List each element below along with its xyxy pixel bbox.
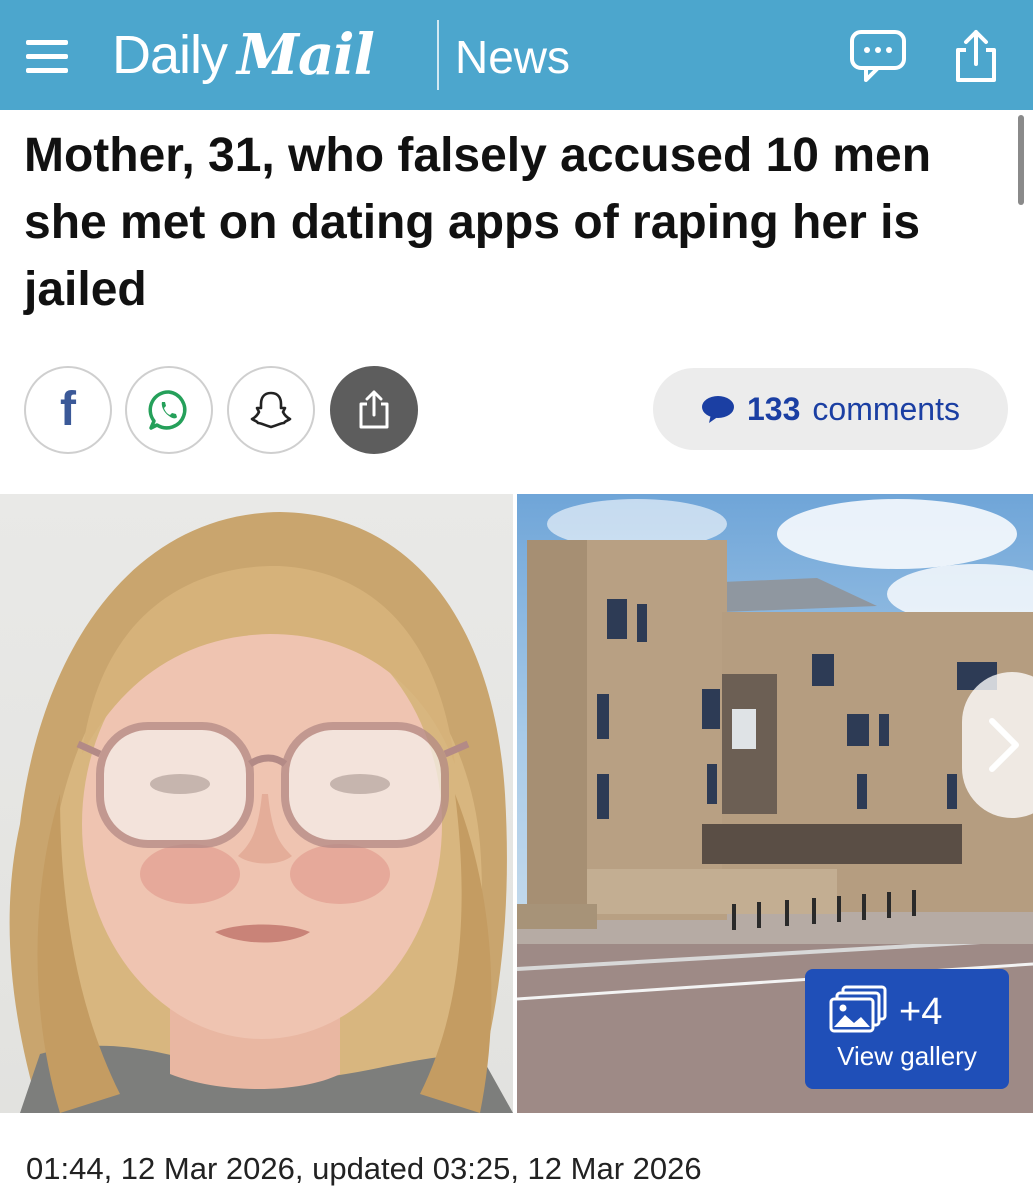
logo-mail-text: Mail bbox=[237, 22, 375, 88]
whatsapp-icon bbox=[148, 390, 187, 430]
snapchat-icon bbox=[250, 391, 292, 429]
menu-icon-line bbox=[26, 68, 68, 73]
share-button[interactable] bbox=[330, 366, 418, 454]
facebook-icon: f bbox=[60, 383, 76, 436]
whatsapp-share-button[interactable] bbox=[125, 366, 213, 454]
top-navigation-bar: Daily Mail News bbox=[0, 0, 1033, 110]
article-timestamp: 01:44, 12 Mar 2026, updated 03:25, 12 Ma… bbox=[26, 1151, 702, 1186]
snapchat-share-button[interactable] bbox=[227, 366, 315, 454]
view-gallery-button[interactable]: +4 View gallery bbox=[805, 969, 1009, 1089]
gallery-next-button[interactable] bbox=[962, 672, 1033, 818]
menu-icon-line bbox=[26, 54, 68, 59]
share-icon bbox=[359, 390, 389, 429]
header-divider bbox=[437, 20, 439, 90]
site-logo[interactable]: Daily Mail bbox=[112, 22, 375, 88]
comments-count: 133 bbox=[747, 390, 801, 427]
gallery-icon bbox=[829, 985, 887, 1033]
mugshot-photo[interactable] bbox=[0, 494, 513, 1113]
chevron-right-icon bbox=[989, 718, 1019, 772]
comments-label: comments bbox=[812, 390, 960, 427]
menu-button[interactable] bbox=[26, 34, 70, 78]
gallery-count: +4 bbox=[899, 991, 943, 1033]
comment-bubble-icon[interactable] bbox=[848, 28, 908, 84]
logo-daily-text: Daily bbox=[112, 25, 228, 85]
view-gallery-label: View gallery bbox=[837, 1041, 977, 1071]
scrollbar[interactable] bbox=[1018, 115, 1024, 205]
facebook-share-button[interactable]: f bbox=[24, 366, 112, 454]
section-label[interactable]: News bbox=[455, 30, 570, 84]
article-headline: Mother, 31, who falsely accused 10 men s… bbox=[24, 129, 932, 316]
comment-bubble-icon bbox=[702, 396, 734, 423]
comments-button[interactable]: 133 comments bbox=[653, 368, 1008, 450]
menu-icon-line bbox=[26, 40, 68, 45]
share-icon[interactable] bbox=[946, 28, 1006, 84]
